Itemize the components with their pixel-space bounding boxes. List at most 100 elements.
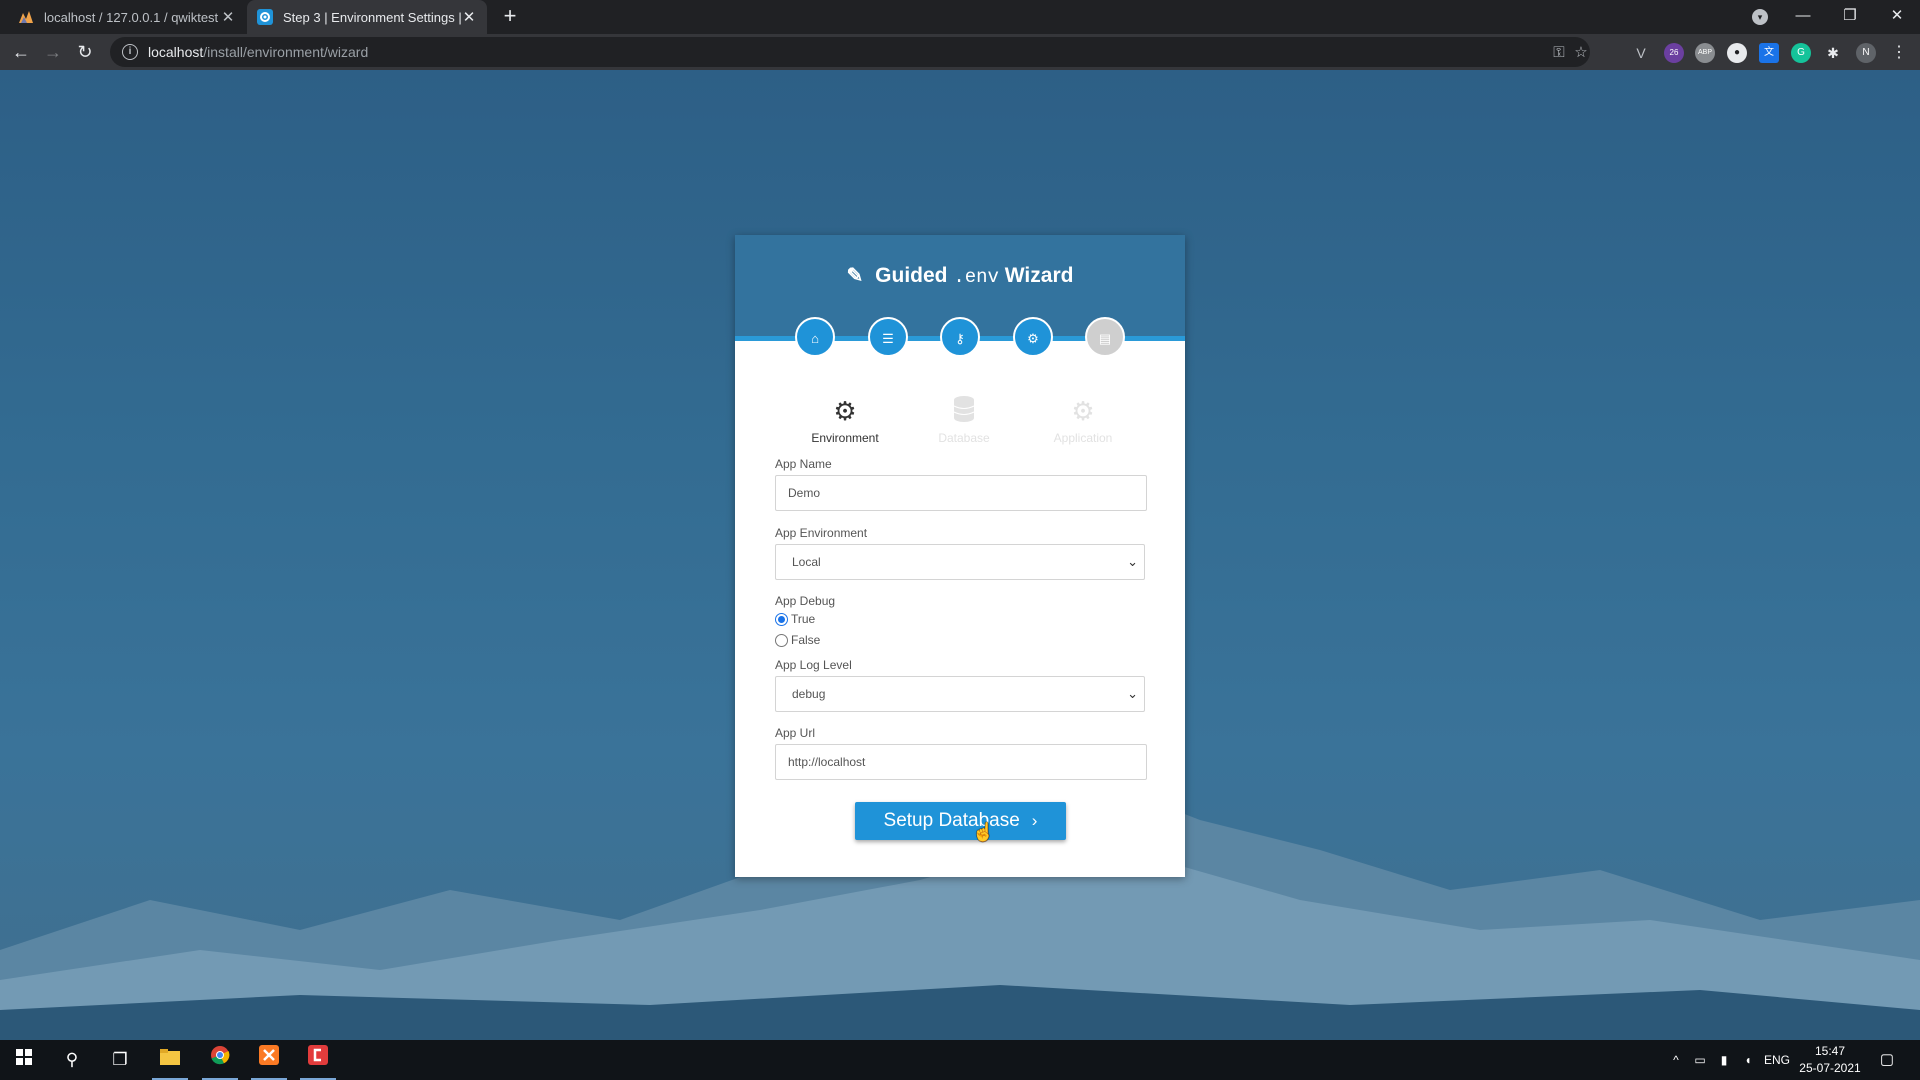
close-window-button[interactable]: ✕ <box>1874 0 1920 34</box>
back-button[interactable]: ← <box>9 40 33 64</box>
gears-icon: ⚙ <box>1071 396 1095 426</box>
profile-avatar[interactable]: N <box>1856 43 1876 63</box>
debug-true-option[interactable]: True <box>775 612 815 626</box>
search-icon[interactable]: ⚲ <box>48 1040 96 1080</box>
browser-menu-icon[interactable]: ⋮ <box>1889 43 1909 63</box>
gear-icon: ⚙ <box>833 396 857 426</box>
bookmark-star-icon[interactable]: ☆ <box>1572 44 1590 62</box>
server-icon: ▤ <box>1098 331 1112 346</box>
grammarly-icon[interactable]: G <box>1791 43 1811 63</box>
restore-button[interactable]: ❐ <box>1827 0 1873 34</box>
chevron-down-icon: ⌄ <box>1127 686 1138 701</box>
app-log-level-select[interactable]: debug ⌄ <box>775 676 1145 712</box>
step-permissions-button[interactable]: ⚷ <box>940 317 980 357</box>
clock-time: 15:47 <box>1814 1044 1846 1058</box>
clock-date: 25-07-2021 <box>1799 1061 1861 1075</box>
puzzle-extensions-icon[interactable]: ✱ <box>1823 43 1843 63</box>
system-clock[interactable]: 15:47 25-07-2021 <box>1795 1043 1865 1077</box>
step-home-button[interactable]: ⌂ <box>795 317 835 357</box>
wizard-title-suffix: Wizard <box>1004 264 1074 287</box>
debug-true-radio[interactable] <box>775 612 788 626</box>
app-environment-label: App Environment <box>775 526 868 540</box>
reload-button[interactable]: ↻ <box>73 40 97 64</box>
step-requirements-button[interactable]: ☰ <box>868 317 908 357</box>
tab-title: localhost / 127.0.0.1 / qwiktest | p <box>44 9 220 25</box>
adblock-icon[interactable]: ABP <box>1695 43 1715 63</box>
app-debug-label: App Debug <box>775 594 836 608</box>
app-log-level-value: debug <box>792 687 826 701</box>
file-explorer-icon[interactable] <box>146 1040 194 1080</box>
tab-label: Environment <box>811 431 879 445</box>
address-bar[interactable]: i localhost/install/environment/wizard ⚿… <box>110 37 1590 67</box>
language-indicator[interactable]: ENG <box>1762 1040 1792 1080</box>
mouse-pointer-icon: ☝ <box>972 822 995 842</box>
circle-extension-icon[interactable]: ● <box>1727 43 1747 63</box>
site-info-icon[interactable]: i <box>122 44 138 60</box>
meet-now-icon[interactable]: ▭ <box>1690 1040 1710 1080</box>
debug-true-label: True <box>791 612 816 626</box>
tab-phpmyadmin[interactable]: localhost / 127.0.0.1 / qwiktest | p ✕ <box>8 0 246 34</box>
chevron-right-icon: › <box>1031 811 1038 830</box>
app-name-input[interactable]: Demo <box>775 475 1147 511</box>
browser-tab-strip: localhost / 127.0.0.1 / qwiktest | p ✕ S… <box>0 0 1920 34</box>
close-icon[interactable]: ✕ <box>220 8 236 26</box>
wizard-title-code: .env <box>953 266 999 288</box>
chrome-icon[interactable] <box>196 1040 244 1080</box>
app-log-level-label: App Log Level <box>775 658 852 672</box>
battery-icon[interactable]: ▮ <box>1714 1040 1734 1080</box>
minimize-button[interactable]: — <box>1780 0 1826 34</box>
key-icon[interactable]: ⚿ <box>1550 44 1568 62</box>
chevron-down-icon: ⌄ <box>1127 554 1138 569</box>
debug-false-option[interactable]: False <box>775 633 820 647</box>
home-icon: ⌂ <box>811 331 819 346</box>
notifications-icon[interactable]: ▢ <box>1872 1040 1902 1080</box>
page-background: ✎ Guided .env Wizard ⌂ ☰ ⚷ ⚙ ▤ ⚙ Environ… <box>0 70 1920 1040</box>
vimeo-extension-icon[interactable]: V <box>1631 43 1651 63</box>
step-environment-button[interactable]: ⚙ <box>1013 317 1053 357</box>
key-icon: ⚷ <box>955 331 965 346</box>
wizard-card: ✎ Guided .env Wizard ⌂ ☰ ⚷ ⚙ ▤ ⚙ Environ… <box>735 235 1185 877</box>
app-environment-select[interactable]: Local ⌄ <box>775 544 1145 580</box>
url-path: /install/environment/wizard <box>203 44 369 60</box>
step-final-button[interactable]: ▤ <box>1085 317 1125 357</box>
extension-badge-count: 26 <box>1669 48 1679 57</box>
editor-app-icon[interactable] <box>294 1040 342 1080</box>
tab-environment[interactable]: ⚙ Environment <box>790 395 900 445</box>
list-icon: ☰ <box>882 331 894 346</box>
volume-icon[interactable]: ◖ <box>1738 1040 1758 1080</box>
setup-database-button[interactable]: Setup Database › <box>855 802 1066 840</box>
magic-wand-icon: ✎ <box>846 265 864 287</box>
debug-false-label: False <box>791 633 821 647</box>
app-environment-value: Local <box>792 555 821 569</box>
debug-false-radio[interactable] <box>775 633 788 647</box>
new-tab-button[interactable]: + <box>498 5 522 29</box>
show-hidden-icons-icon[interactable]: ^ <box>1666 1040 1686 1080</box>
setup-database-label: Setup Database <box>883 810 1020 831</box>
wizard-title: ✎ Guided .env Wizard <box>735 263 1185 288</box>
url-host: localhost <box>148 44 204 60</box>
phpmyadmin-icon <box>18 9 34 25</box>
gear-icon <box>257 9 273 25</box>
close-icon[interactable]: ✕ <box>461 8 477 26</box>
task-view-icon[interactable]: ❐ <box>96 1040 144 1080</box>
xampp-icon[interactable] <box>245 1040 293 1080</box>
gear-icon: ⚙ <box>1027 331 1039 346</box>
tab-label: Application <box>1053 431 1113 445</box>
profile-initial: N <box>1862 47 1870 58</box>
extension-badge-icon[interactable]: 26 <box>1664 43 1684 63</box>
app-url-input[interactable]: http://localhost <box>775 744 1147 780</box>
wizard-title-prefix: Guided <box>875 264 948 287</box>
tab-label: Database <box>938 431 990 445</box>
forward-button[interactable]: → <box>41 40 65 64</box>
app-name-label: App Name <box>775 457 832 471</box>
tab-application[interactable]: ⚙ Application <box>1028 395 1138 445</box>
windows-start-icon[interactable] <box>0 1040 48 1080</box>
database-icon <box>909 395 1019 427</box>
translate-extension-icon[interactable]: 文 <box>1759 43 1779 63</box>
tab-database[interactable]: Database <box>909 395 1019 445</box>
app-url-label: App Url <box>775 726 816 740</box>
windows-taskbar: ⚲ ❐ ^ ▭ ▮ ◖ ENG 15:47 25-07-2021 ▢ <box>0 1040 1920 1080</box>
tab-title: Step 3 | Environment Settings | G <box>283 9 461 25</box>
tab-search-icon[interactable]: ▾ <box>1752 9 1768 25</box>
tab-environment-settings[interactable]: Step 3 | Environment Settings | G ✕ <box>247 0 487 34</box>
